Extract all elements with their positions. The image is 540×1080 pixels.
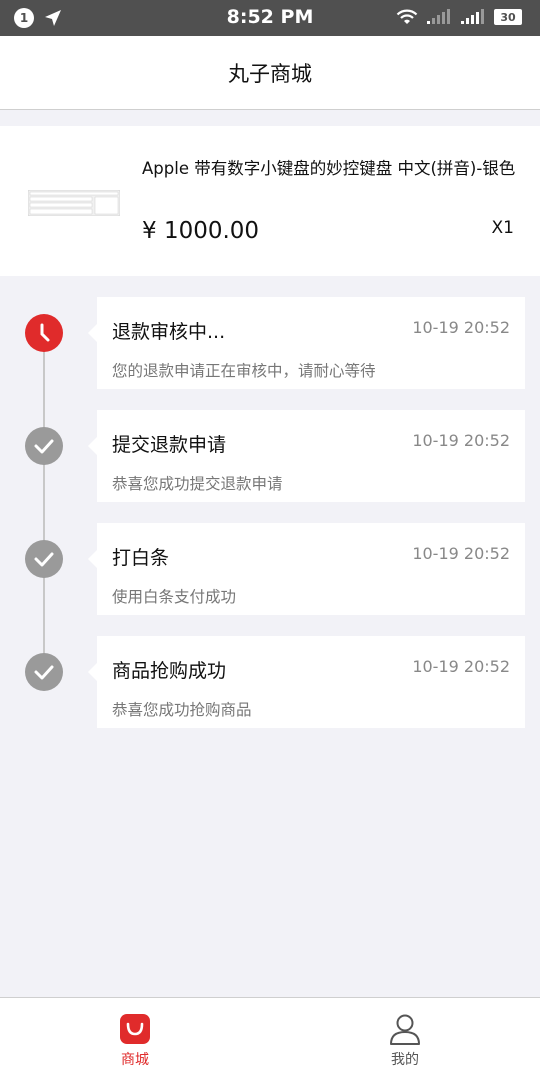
nav-bar: 丸子商城 xyxy=(0,36,540,110)
shopping-bag-icon xyxy=(120,1014,150,1044)
tab-label: 我的 xyxy=(391,1052,419,1068)
step-description: 您的退款申请正在审核中，请耐心等待 xyxy=(112,362,376,380)
timeline-step: 退款审核中... 10-19 20:52 您的退款申请正在审核中，请耐心等待 xyxy=(0,297,540,389)
wifi-icon xyxy=(396,9,418,24)
timeline-step: 提交退款申请 10-19 20:52 恭喜您成功提交退款申请 xyxy=(0,410,540,502)
tab-mall[interactable]: 商城 xyxy=(0,998,270,1080)
step-title: 打白条 xyxy=(112,547,170,569)
page-title: 丸子商城 xyxy=(228,61,312,86)
step-time: 10-19 20:52 xyxy=(412,657,510,676)
check-icon xyxy=(25,540,63,578)
timeline-step: 打白条 10-19 20:52 使用白条支付成功 xyxy=(0,523,540,615)
product-card[interactable]: Apple 带有数字小键盘的妙控键盘 中文(拼音)-银色 ¥ 1000.00 X… xyxy=(0,126,540,276)
timeline-card: 退款审核中... 10-19 20:52 您的退款申请正在审核中，请耐心等待 xyxy=(88,297,525,389)
step-title: 商品抢购成功 xyxy=(112,660,227,682)
timeline-card: 打白条 10-19 20:52 使用白条支付成功 xyxy=(88,523,525,615)
user-icon xyxy=(390,1014,420,1045)
signal-strong-icon xyxy=(461,9,484,24)
step-description: 恭喜您成功抢购商品 xyxy=(112,701,252,719)
tab-mine[interactable]: 我的 xyxy=(270,998,540,1080)
status-right: 30 xyxy=(396,9,522,25)
step-title: 退款审核中... xyxy=(112,321,226,343)
step-title: 提交退款申请 xyxy=(112,434,227,456)
status-bar: 1 8:52 PM 30 xyxy=(0,0,540,36)
step-description: 恭喜您成功提交退款申请 xyxy=(112,475,283,493)
keyboard-image xyxy=(28,190,120,216)
tab-label: 商城 xyxy=(121,1052,149,1068)
step-time: 10-19 20:52 xyxy=(412,318,510,337)
product-price: ¥ 1000.00 xyxy=(142,218,260,244)
product-name: Apple 带有数字小键盘的妙控键盘 中文(拼音)-银色 xyxy=(142,159,516,178)
check-icon xyxy=(25,427,63,465)
check-icon xyxy=(25,653,63,691)
tab-bar: 商城 我的 xyxy=(0,997,540,1080)
step-description: 使用白条支付成功 xyxy=(112,588,237,606)
signal-weak-icon xyxy=(427,9,450,24)
product-quantity: X1 xyxy=(491,218,514,238)
battery-indicator: 30 xyxy=(494,9,522,25)
timeline-step: 商品抢购成功 10-19 20:52 恭喜您成功抢购商品 xyxy=(0,636,540,728)
timeline-card: 提交退款申请 10-19 20:52 恭喜您成功提交退款申请 xyxy=(88,410,525,502)
clock-icon xyxy=(25,314,63,352)
timeline-card: 商品抢购成功 10-19 20:52 恭喜您成功抢购商品 xyxy=(88,636,525,728)
step-time: 10-19 20:52 xyxy=(412,431,510,450)
step-time: 10-19 20:52 xyxy=(412,544,510,563)
